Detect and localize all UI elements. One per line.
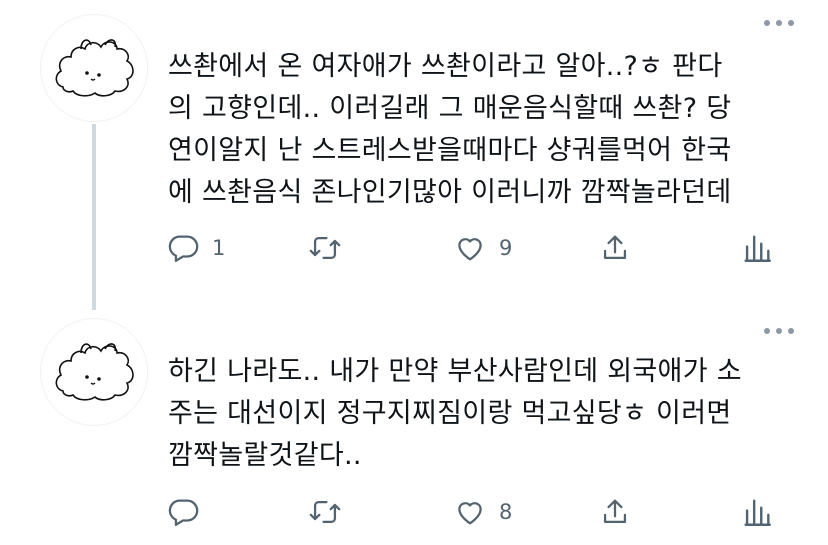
bear-doodle-icon [55, 343, 134, 401]
share-button[interactable] [598, 492, 632, 532]
tweet-text: 쓰촨에서 온 여자애가 쓰촨이라고 알아..?ㅎ 판다 의 고향인데.. 이러길… [168, 51, 732, 208]
reply-icon [168, 235, 199, 262]
reply-icon [168, 499, 199, 526]
share-button[interactable] [598, 228, 632, 268]
analytics-button[interactable] [740, 228, 774, 268]
retweet-icon [309, 236, 341, 260]
like-count: 9 [499, 236, 513, 260]
bear-doodle-icon [55, 39, 134, 97]
analytics-icon [744, 235, 771, 262]
tweet-text: 하긴 나라도.. 내가 만약 부산사람인데 외국애가 소 주는 대선이지 정구지… [168, 356, 742, 471]
reply-count: 1 [212, 236, 226, 260]
action-bar: 8 [0, 492, 828, 532]
retweet-button[interactable] [308, 492, 354, 532]
like-icon [458, 238, 482, 261]
more-options-icon[interactable] [764, 16, 796, 30]
avatar[interactable] [40, 318, 148, 426]
like-button[interactable]: 8 [453, 492, 512, 532]
analytics-button[interactable] [740, 492, 774, 532]
tweet-1[interactable]: 쓰촨에서 온 여자애가 쓰촨이라고 알아..?ㅎ 판다 의 고향인데.. 이러길… [0, 0, 828, 310]
retweet-button[interactable] [308, 228, 354, 268]
more-options-icon[interactable] [764, 324, 796, 338]
retweet-icon [309, 500, 341, 524]
avatar[interactable] [40, 14, 148, 122]
share-icon [603, 235, 627, 260]
share-icon [603, 499, 627, 524]
like-count: 8 [499, 500, 513, 524]
thread-line [92, 124, 96, 310]
reply-button[interactable]: 1 [166, 228, 225, 268]
reply-button[interactable] [166, 492, 212, 532]
like-icon [458, 502, 482, 525]
like-button[interactable]: 9 [453, 228, 512, 268]
tweet-2[interactable]: 하긴 나라도.. 내가 만약 부산사람인데 외국애가 소 주는 대선이지 정구지… [0, 300, 828, 545]
analytics-icon [744, 499, 771, 526]
action-bar: 1 9 [0, 228, 828, 268]
